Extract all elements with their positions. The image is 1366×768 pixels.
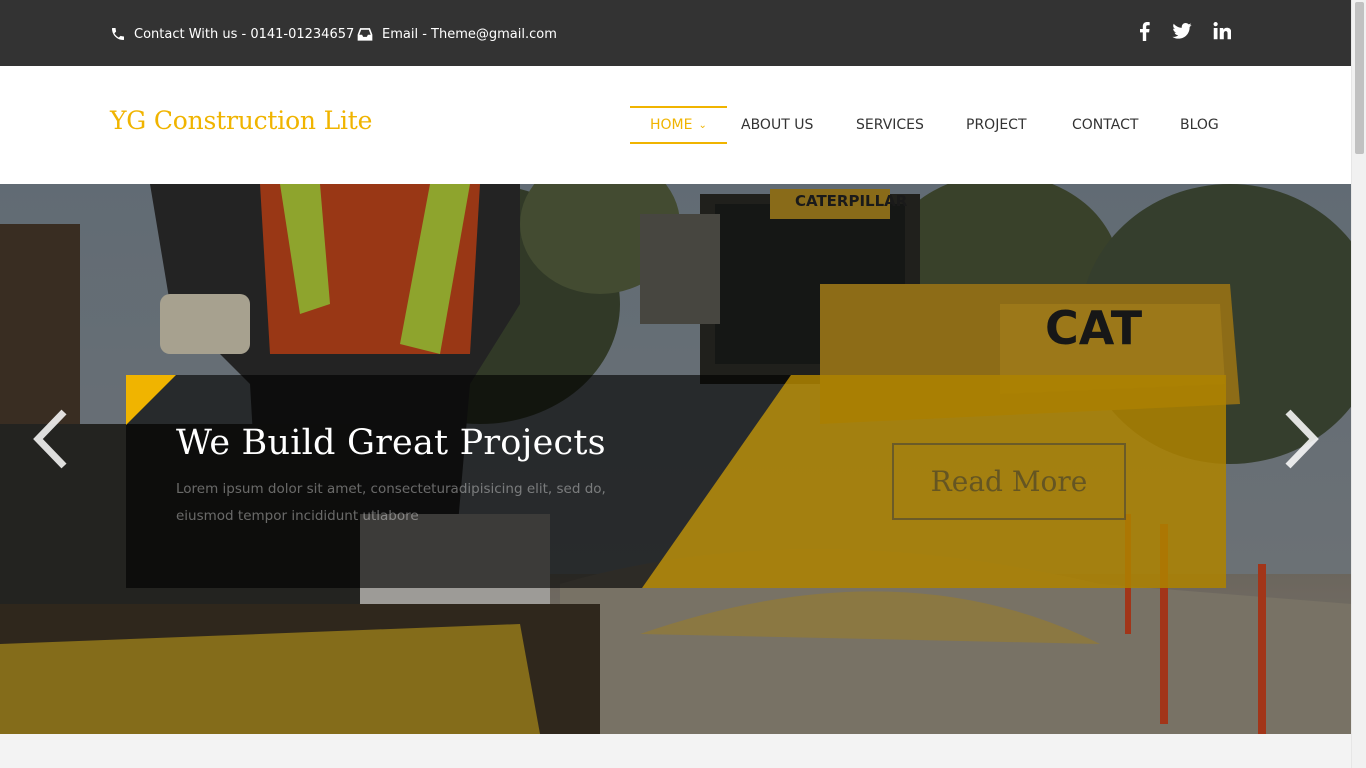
chevron-down-icon: ⌄	[698, 120, 707, 131]
site-logo[interactable]: YG Construction Lite	[110, 106, 372, 135]
inbox-icon	[357, 28, 373, 41]
site-header: YG Construction Lite HOME ⌄ ABOUT US SERV…	[0, 66, 1351, 184]
twitter-icon[interactable]	[1170, 20, 1194, 42]
hero-slider: CAT CATERPILLAR We Build Great Pr	[0, 184, 1351, 734]
nav-about-us[interactable]: ABOUT US	[741, 106, 813, 144]
read-more-button[interactable]: Read More	[892, 443, 1126, 520]
page-scrollbar[interactable]	[1351, 0, 1366, 768]
nav-project[interactable]: PROJECT	[966, 106, 1027, 144]
nav-blog[interactable]: BLOG	[1180, 106, 1219, 144]
facebook-icon[interactable]	[1132, 20, 1156, 42]
caption-corner-triangle	[126, 375, 176, 425]
email-text[interactable]: Email - Theme@gmail.com	[382, 27, 557, 42]
nav-home[interactable]: HOME ⌄	[630, 106, 727, 144]
slider-prev-button[interactable]	[30, 409, 70, 469]
slide-text: Lorem ipsum dolor sit amet, consectetura…	[176, 481, 606, 524]
slide-caption: We Build Great Projects Lorem ipsum dolo…	[126, 375, 1226, 588]
top-bar: Contact With us - 0141-01234657 Email - …	[0, 0, 1351, 66]
phone-icon	[112, 28, 124, 40]
slider-next-button[interactable]	[1282, 409, 1322, 469]
chevron-right-icon	[1285, 409, 1319, 469]
nav-contact[interactable]: CONTACT	[1072, 106, 1138, 144]
contact-text: Contact With us - 0141-01234657	[134, 26, 355, 42]
scrollbar-thumb[interactable]	[1355, 2, 1364, 154]
contact-info: Contact With us - 0141-01234657	[110, 26, 354, 42]
linkedin-icon[interactable]	[1210, 20, 1234, 42]
chevron-left-icon	[33, 409, 67, 469]
email-info: Email - Theme@gmail.com	[356, 26, 557, 42]
slide-title: We Build Great Projects	[176, 423, 606, 463]
nav-services[interactable]: SERVICES	[856, 106, 924, 144]
page-section-start	[0, 734, 1351, 768]
nav-home-label: HOME	[650, 117, 693, 133]
